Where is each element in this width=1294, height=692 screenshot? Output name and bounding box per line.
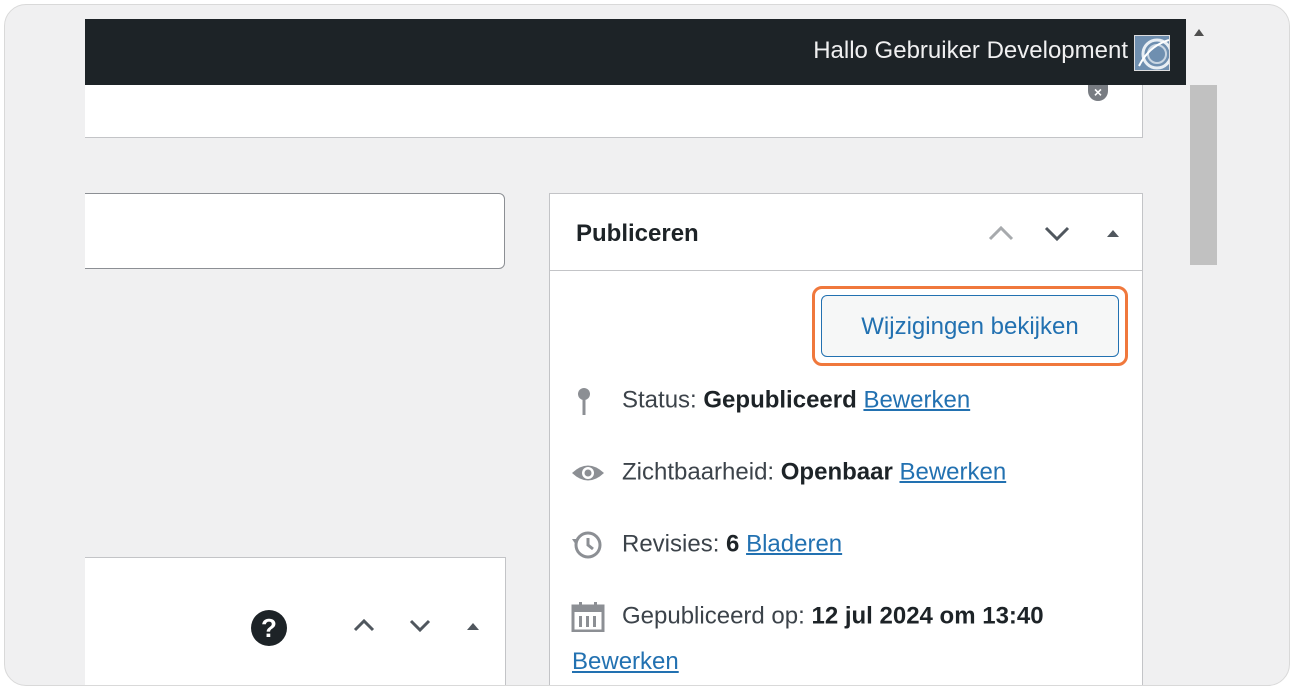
screenshot-frame: Hallo Gebruiker Development × ? Publicer… — [4, 4, 1290, 686]
page-scrollbar[interactable] — [1186, 19, 1221, 685]
publish-box-title: Publiceren — [576, 220, 699, 247]
move-up-icon[interactable] — [984, 216, 1018, 255]
preview-highlight: Wijzigingen bekijken — [812, 286, 1128, 366]
visibility-row: Zichtbaarheid: Openbaar Bewerken — [570, 458, 1006, 488]
help-icon[interactable]: ? — [251, 610, 287, 646]
visibility-label: Zichtbaarheid: — [622, 458, 775, 486]
published-value: 12 jul 2024 om 13:40 — [811, 602, 1044, 630]
revisions-value: 6 — [726, 530, 740, 558]
eye-icon — [570, 458, 606, 488]
status-row: Status: Gepubliceerd Bewerken — [570, 386, 970, 416]
publish-box-header: Publiceren — [550, 194, 1142, 271]
admin-notice: × — [85, 85, 1143, 138]
page-viewport: Hallo Gebruiker Development × ? Publicer… — [85, 19, 1221, 685]
calendar-icon — [570, 602, 606, 633]
move-down-icon[interactable] — [1040, 216, 1074, 255]
revisions-label: Revisies: — [622, 530, 720, 558]
status-edit-link[interactable]: Bewerken — [863, 386, 970, 413]
preview-changes-button[interactable]: Wijzigingen bekijken — [821, 295, 1119, 357]
published-row: Gepubliceerd op: 12 jul 2024 om 13:40 — [570, 602, 1044, 633]
published-edit-row: Bewerken — [572, 648, 679, 676]
visibility-edit-link[interactable]: Bewerken — [899, 458, 1006, 485]
scroll-up-arrow-icon[interactable] — [1194, 29, 1204, 36]
user-avatar[interactable] — [1134, 35, 1170, 71]
account-greeting[interactable]: Hallo Gebruiker Development — [813, 37, 1128, 65]
status-value: Gepubliceerd — [703, 386, 857, 414]
move-down-icon[interactable] — [405, 610, 435, 646]
visibility-value: Openbaar — [780, 458, 893, 486]
post-title-input[interactable] — [85, 193, 505, 269]
pin-icon — [570, 386, 606, 416]
dismiss-icon[interactable]: × — [1088, 85, 1108, 101]
revisions-row: Revisies: 6 Bladeren — [570, 530, 842, 560]
history-icon — [570, 530, 606, 560]
move-up-icon[interactable] — [349, 610, 379, 646]
status-label: Status: — [622, 386, 697, 414]
published-label: Gepubliceerd op: — [622, 602, 805, 630]
publish-box: Publiceren Wijzigingen bekijken Status: … — [549, 193, 1143, 685]
scroll-thumb[interactable] — [1190, 85, 1217, 265]
published-edit-link[interactable]: Bewerken — [572, 648, 679, 675]
revisions-browse-link[interactable]: Bladeren — [746, 530, 842, 557]
admin-bar: Hallo Gebruiker Development — [85, 19, 1186, 85]
toggle-panel-icon[interactable] — [463, 610, 483, 646]
editor-metabox: ? — [85, 557, 506, 685]
toggle-panel-icon[interactable] — [1102, 216, 1124, 255]
